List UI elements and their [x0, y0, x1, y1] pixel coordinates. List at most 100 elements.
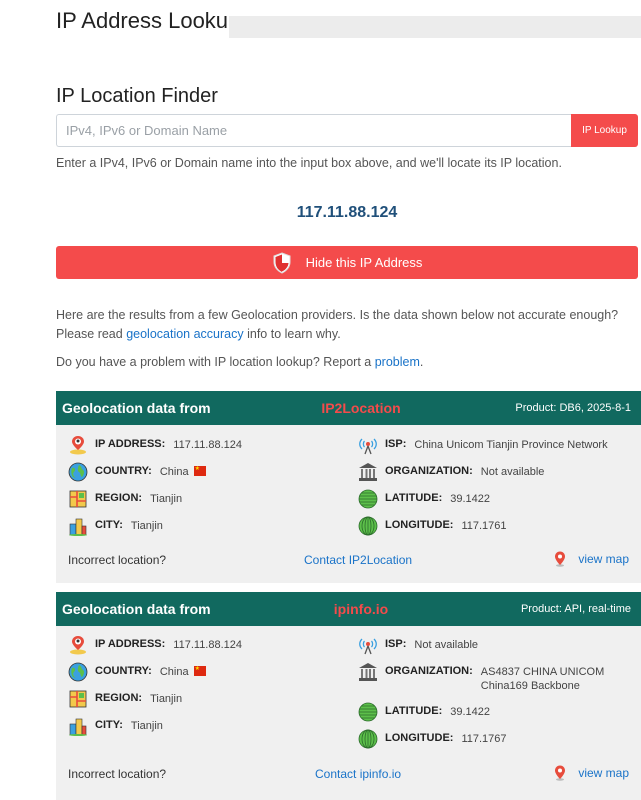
intro-paragraph: Here are the results from a few Geolocat… — [56, 306, 641, 344]
longitude-row: LONGITUDE: 117.1767 — [358, 729, 507, 749]
city-row: CITY: Tianjin — [68, 518, 163, 536]
country-row: COUNTRY: China — [68, 662, 206, 682]
view-map-label: view map — [578, 552, 629, 566]
person-pin-icon — [70, 436, 86, 455]
ip-address-row: IP ADDRESS: 117.11.88.124 — [68, 636, 243, 655]
region-label: REGION: — [95, 692, 143, 704]
organization-row: ORGANIZATION: AS4837 CHINA UNICOM China16… — [358, 663, 604, 693]
ip-lookup-button[interactable]: IP Lookup — [571, 114, 638, 147]
latitude-globe-icon — [358, 702, 378, 722]
region-map-icon — [69, 490, 87, 508]
city-icon — [69, 718, 87, 736]
china-flag-icon — [193, 666, 206, 676]
incorrect-location-label: Incorrect location? — [68, 553, 167, 567]
longitude-globe-icon — [358, 516, 378, 536]
geo-from-label: Geolocation data from — [62, 400, 211, 416]
shield-icon — [273, 251, 291, 274]
intro-please-read: Please read — [56, 327, 127, 341]
latitude-label: LATITUDE: — [385, 705, 443, 717]
city-label: CITY: — [95, 519, 123, 531]
incorrect-location-label: Incorrect location? — [68, 767, 167, 781]
organization-icon — [359, 463, 377, 481]
organization-label: ORGANIZATION: — [385, 665, 473, 677]
country-row: COUNTRY: China — [68, 462, 206, 482]
provider-card-ipinfo: Geolocation data from ipinfo.io Product:… — [56, 592, 641, 800]
intro-line-1: Here are the results from a few Geolocat… — [56, 308, 619, 322]
antenna-icon — [359, 638, 377, 655]
isp-label: ISP: — [385, 438, 407, 450]
region-value: Tianjin — [150, 493, 183, 505]
country-label: COUNTRY: — [95, 465, 152, 477]
organization-line-2: China169 Backbone — [480, 680, 580, 692]
ip-address-value: 117.11.88.124 — [173, 639, 243, 651]
geolocation-accuracy-link[interactable]: geolocation accuracy — [126, 327, 243, 341]
organization-value: Not available — [480, 466, 545, 478]
problem-paragraph: Do you have a problem with IP location l… — [56, 353, 641, 372]
latitude-value: 39.1422 — [450, 706, 490, 718]
organization-value: AS4837 CHINA UNICOM China169 Backbone — [481, 665, 604, 693]
isp-value: China Unicom Tianjin Province Network — [414, 439, 608, 451]
ip-search-input[interactable] — [56, 114, 571, 147]
card-header: Geolocation data from ipinfo.io Product:… — [56, 592, 641, 626]
contact-provider-link[interactable]: Contact IP2Location — [304, 553, 412, 567]
latitude-label: LATITUDE: — [385, 492, 443, 504]
latitude-value: 39.1422 — [450, 493, 490, 505]
city-value: Tianjin — [130, 720, 163, 732]
longitude-value: 117.1767 — [461, 733, 507, 745]
region-row: REGION: Tianjin — [68, 490, 183, 509]
country-name: China — [159, 466, 189, 478]
title-bar-decoration — [229, 16, 641, 38]
geo-from-label: Geolocation data from — [62, 601, 211, 617]
hide-ip-button[interactable]: Hide this IP Address — [56, 246, 638, 279]
isp-row: ISP: Not available — [358, 638, 478, 655]
latitude-globe-icon — [358, 489, 378, 509]
country-value: China — [160, 665, 206, 679]
longitude-globe-icon — [358, 729, 378, 749]
provider-product: Product: API, real-time — [520, 603, 631, 615]
ip-address-label: IP ADDRESS: — [95, 638, 166, 650]
provider-name: IP2Location — [321, 400, 401, 416]
city-value: Tianjin — [130, 520, 163, 532]
city-row: CITY: Tianjin — [68, 718, 163, 736]
provider-card-ip2location: Geolocation data from IP2Location Produc… — [56, 391, 641, 583]
intro-accuracy-suffix: info to learn why. — [243, 327, 341, 341]
problem-text: Do you have a problem with IP location l… — [56, 355, 375, 369]
antenna-icon — [359, 438, 377, 455]
view-map-label: view map — [578, 766, 629, 780]
contact-provider-link[interactable]: Contact ipinfo.io — [315, 767, 401, 781]
organization-icon — [359, 663, 377, 681]
hide-ip-label: Hide this IP Address — [305, 255, 423, 270]
current-ip-address: 117.11.88.124 — [296, 204, 398, 221]
card-header: Geolocation data from IP2Location Produc… — [56, 391, 641, 425]
isp-row: ISP: China Unicom Tianjin Province Netwo… — [358, 438, 608, 455]
provider-product: Product: DB6, 2025-8-1 — [515, 402, 631, 414]
finder-title: IP Location Finder — [56, 85, 218, 107]
organization-row: ORGANIZATION: Not available — [358, 463, 545, 482]
person-pin-icon — [70, 636, 86, 655]
page-header: IP Address Lookup — [56, 8, 641, 38]
longitude-label: LONGITUDE: — [385, 519, 454, 531]
page-title: IP Address Lookup — [56, 8, 241, 33]
problem-link[interactable]: problem — [375, 355, 420, 369]
problem-suffix: . — [419, 355, 424, 369]
ip-address-label: IP ADDRESS: — [95, 438, 166, 450]
isp-value: Not available — [414, 639, 478, 651]
view-map-link[interactable]: view map — [554, 551, 629, 567]
finder-help-text: Enter a IPv4, IPv6 or Domain name into t… — [56, 156, 562, 170]
region-map-icon — [69, 690, 87, 708]
latitude-row: LATITUDE: 39.1422 — [358, 489, 490, 509]
region-value: Tianjin — [150, 693, 183, 705]
country-value: China — [160, 465, 206, 479]
city-icon — [69, 518, 87, 536]
isp-label: ISP: — [385, 638, 407, 650]
longitude-row: LONGITUDE: 117.1761 — [358, 516, 507, 536]
region-row: REGION: Tianjin — [68, 690, 183, 709]
ip-address-value: 117.11.88.124 — [173, 439, 243, 451]
globe-icon — [68, 462, 88, 482]
view-map-link[interactable]: view map — [554, 765, 629, 781]
china-flag-icon — [193, 466, 206, 476]
latitude-row: LATITUDE: 39.1422 — [358, 702, 490, 722]
organization-line-1: AS4837 CHINA UNICOM — [480, 666, 605, 678]
provider-name: ipinfo.io — [333, 601, 389, 617]
globe-icon — [68, 662, 88, 682]
